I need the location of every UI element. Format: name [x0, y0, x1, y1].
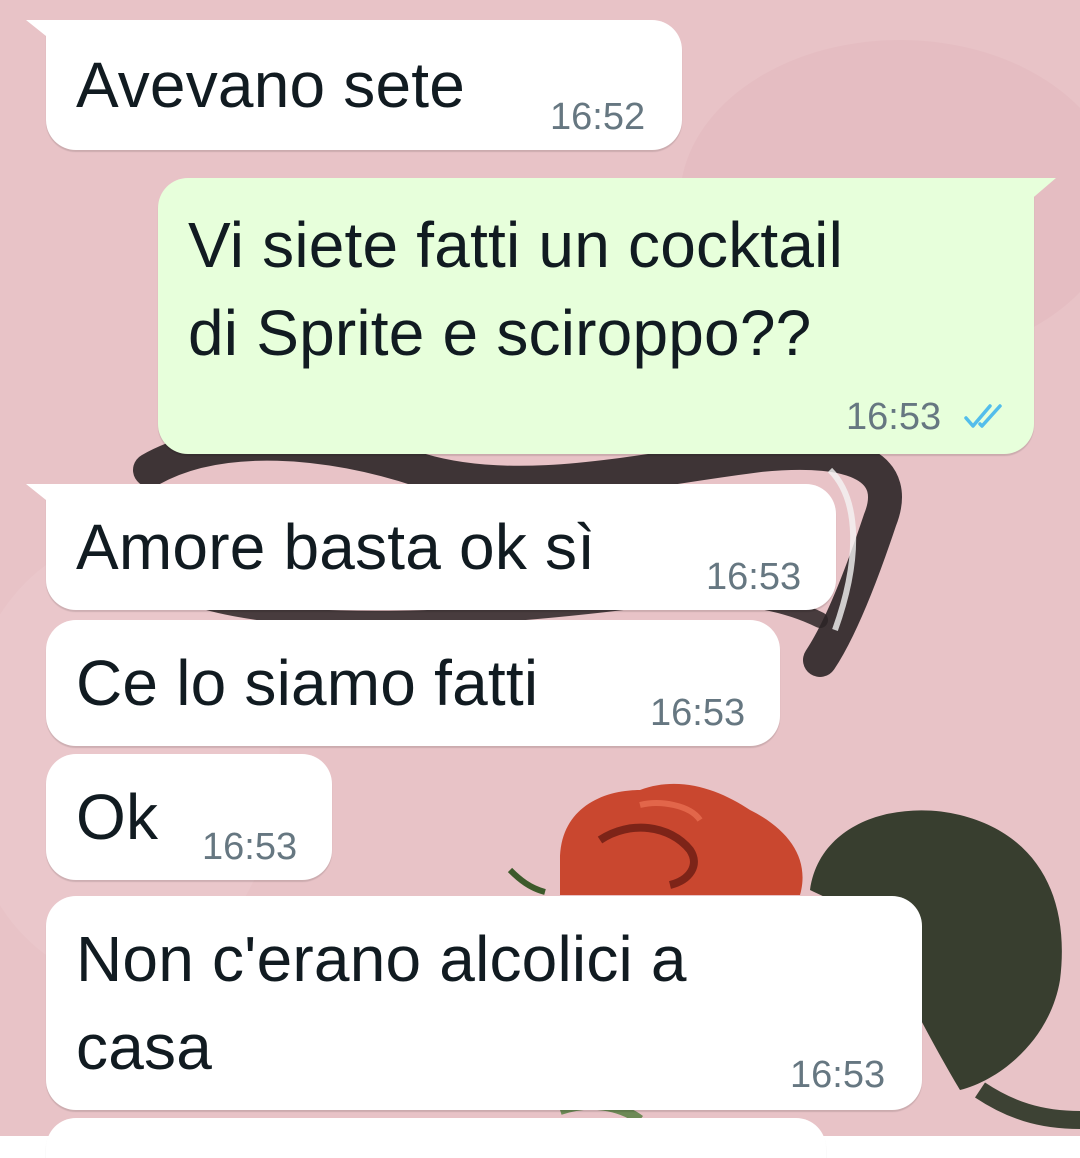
bubble-tail	[26, 484, 56, 508]
message-bubble-incoming[interactable]	[46, 1118, 826, 1158]
message-text-line-1: Non c'erano alcolici a	[76, 923, 687, 995]
message-text: Avevano sete	[76, 49, 466, 121]
message-timestamp: 16:53	[706, 556, 802, 598]
message-text: Ok	[76, 781, 159, 853]
message-text: Ce lo siamo fatti	[76, 647, 539, 719]
bubble-tail	[1028, 178, 1056, 202]
message-timestamp: 16:53	[202, 826, 298, 868]
message-timestamp: 16:53	[790, 1054, 886, 1096]
message-bubble-outgoing[interactable]: Vi siete fatti un cocktail di Sprite e s…	[158, 178, 1034, 454]
message-text-line-2: casa	[76, 1011, 212, 1083]
double-check-icon	[964, 404, 1002, 428]
bubble-tail	[26, 20, 56, 44]
message-text-line-1: Vi siete fatti un cocktail	[188, 209, 844, 281]
message-bubble-incoming[interactable]: Non c'erano alcolici a casa 16:53	[46, 896, 922, 1110]
message-text: Amore basta ok sì	[76, 511, 596, 583]
message-timestamp: 16:52	[550, 96, 646, 138]
message-timestamp: 16:53	[650, 692, 746, 734]
message-timestamp: 16:53	[846, 396, 942, 438]
message-bubble-incoming[interactable]: Avevano sete 16:52	[46, 20, 682, 150]
message-bubble-incoming[interactable]: Ok 16:53	[46, 754, 332, 880]
message-text-line-2: di Sprite e sciroppo??	[188, 297, 812, 369]
message-bubble-incoming[interactable]: Amore basta ok sì 16:53	[46, 484, 836, 610]
message-bubble-incoming[interactable]: Ce lo siamo fatti 16:53	[46, 620, 780, 746]
